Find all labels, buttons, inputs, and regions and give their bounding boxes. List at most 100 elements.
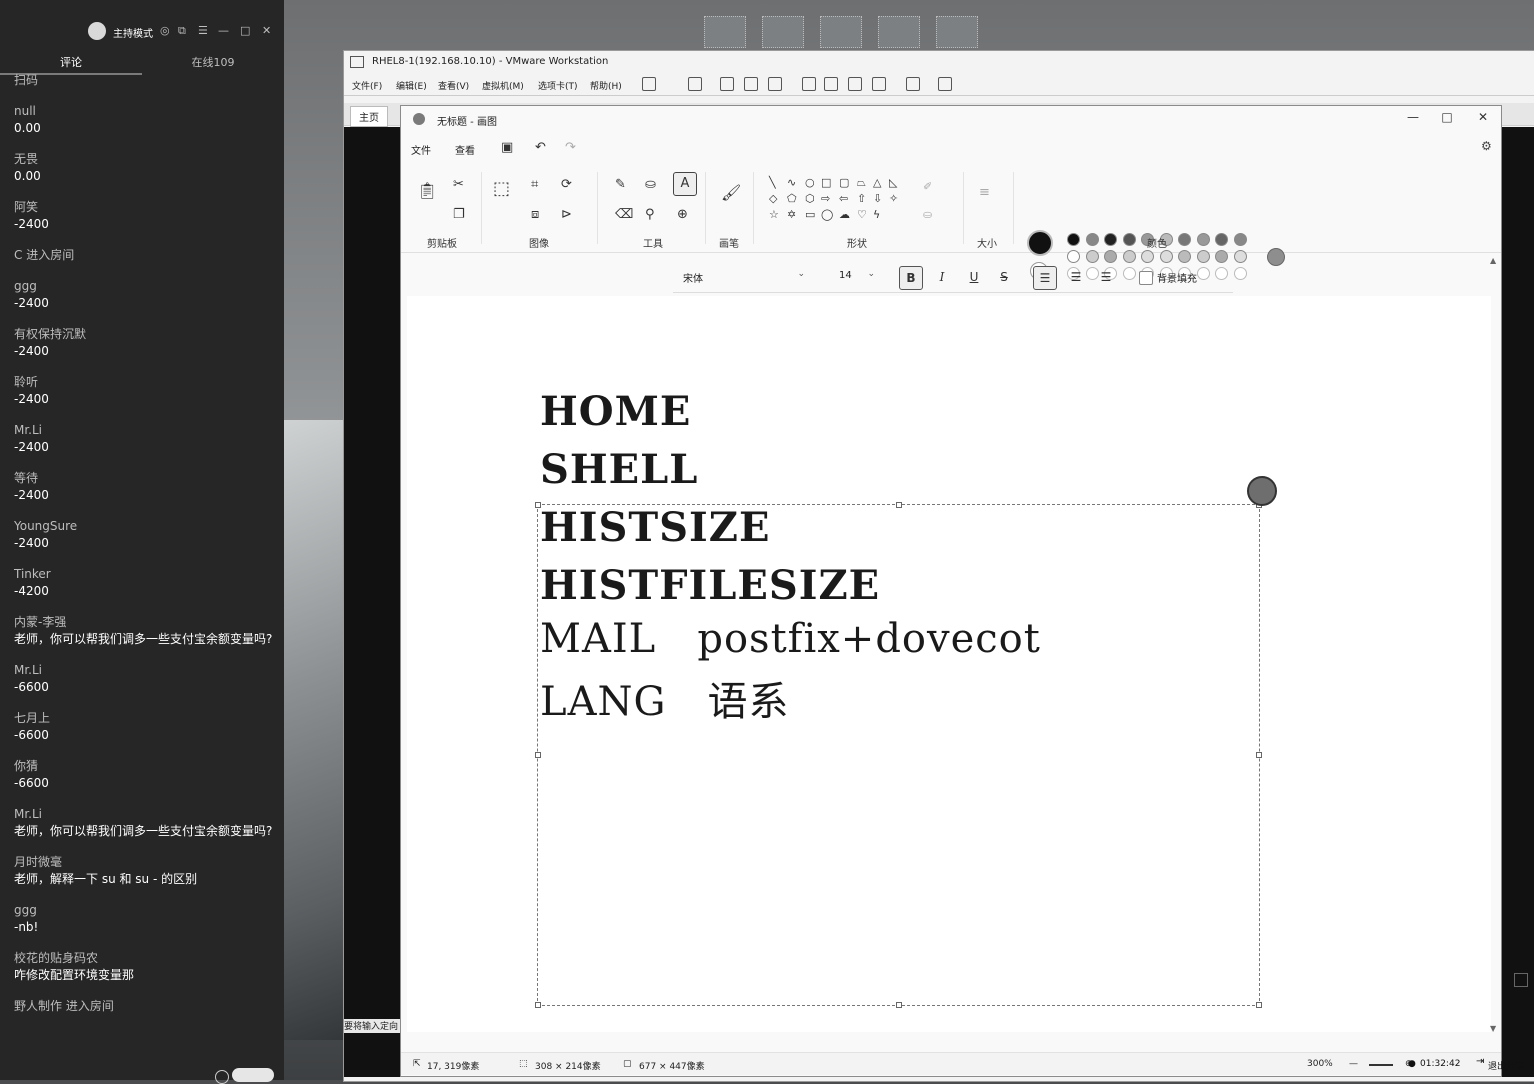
background-fill-checkbox[interactable] xyxy=(1139,271,1153,285)
crop-icon[interactable]: ⌗ xyxy=(531,178,538,192)
star6-shape-icon[interactable]: ✡ xyxy=(787,208,796,221)
menu-file[interactable]: 文件 xyxy=(411,142,431,157)
italic-button[interactable]: I xyxy=(931,266,953,288)
resize-handle[interactable] xyxy=(1256,752,1262,758)
window-thumbnail[interactable] xyxy=(936,16,978,48)
copy-icon[interactable]: ❐ xyxy=(453,208,465,222)
palette-color-swatch[interactable] xyxy=(1233,250,1247,263)
vertical-scrollbar[interactable]: ▲ ▼ xyxy=(1489,256,1499,1036)
account-icon[interactable]: ⚙ xyxy=(1481,139,1492,153)
window-thumbnail[interactable] xyxy=(878,16,920,48)
bold-button[interactable]: B xyxy=(899,266,923,290)
line-shape-icon[interactable]: ╲ xyxy=(769,176,776,189)
triangle-shape-icon[interactable]: △ xyxy=(873,176,881,189)
thumbnail-icon[interactable] xyxy=(824,77,838,91)
polygon-shape-icon[interactable]: ⏢ xyxy=(857,176,866,190)
menu-view[interactable]: 查看(V) xyxy=(438,79,469,92)
paste-icon[interactable]: 📋︎ xyxy=(417,183,437,199)
arrow-up-shape-icon[interactable]: ⇧ xyxy=(857,192,866,205)
hexagon-shape-icon[interactable]: ⬡ xyxy=(805,192,815,205)
callout-oval-shape-icon[interactable]: ◯ xyxy=(821,208,833,221)
resize-handle[interactable] xyxy=(535,1002,541,1008)
emoji-icon[interactable] xyxy=(215,1070,229,1084)
undo-icon[interactable]: ↶ xyxy=(535,140,546,155)
arrow-left-shape-icon[interactable]: ⇦ xyxy=(839,192,848,205)
tab-online[interactable]: 在线109 xyxy=(142,54,284,70)
heart-shape-icon[interactable]: ♡ xyxy=(857,208,867,221)
diamond-shape-icon[interactable]: ◇ xyxy=(769,192,777,205)
popout-icon[interactable]: ⧉ xyxy=(178,24,186,38)
menu-help[interactable]: 帮助(H) xyxy=(590,79,622,92)
resize-handle[interactable] xyxy=(896,502,902,508)
rounded-rect-shape-icon[interactable]: ▢ xyxy=(839,176,849,189)
menu-tabs[interactable]: 选项卡(T) xyxy=(538,79,578,92)
outline-icon[interactable]: ✐ xyxy=(923,180,932,193)
text-tool-icon[interactable]: A xyxy=(673,172,697,196)
stretch-icon[interactable] xyxy=(938,77,952,91)
palette-color-swatch[interactable] xyxy=(1233,233,1247,246)
rotate-icon[interactable]: ⟳ xyxy=(561,178,572,192)
drawing-canvas[interactable]: HOME SHELL HISTSIZE HISTFILESIZE MAIL po… xyxy=(407,296,1491,1032)
resize-icon[interactable]: ⧈ xyxy=(531,208,539,222)
brush-icon[interactable]: 🖌︎ xyxy=(721,185,741,201)
align-center-button[interactable]: ☰ xyxy=(1065,266,1087,288)
console-icon[interactable] xyxy=(906,77,920,91)
menu-icon[interactable]: ☰ xyxy=(198,24,208,37)
align-right-button[interactable]: ☰ xyxy=(1095,266,1117,288)
resize-handle[interactable] xyxy=(535,752,541,758)
menu-file[interactable]: 文件(F) xyxy=(352,79,382,92)
callout-cloud-shape-icon[interactable]: ☁ xyxy=(839,208,850,221)
minimize-icon[interactable]: — xyxy=(1403,110,1423,124)
palette-color-swatch[interactable] xyxy=(1215,233,1228,246)
minimize-icon[interactable]: — xyxy=(218,24,229,37)
color-picker-icon[interactable]: ⚲ xyxy=(645,208,655,222)
primary-color-swatch[interactable] xyxy=(1027,230,1053,256)
redo-icon[interactable]: ↷ xyxy=(565,140,576,155)
scroll-up-icon[interactable]: ▲ xyxy=(1490,256,1496,265)
snapshot-manager-icon[interactable] xyxy=(768,77,782,91)
flip-icon[interactable]: ⊳ xyxy=(561,208,572,222)
palette-color-swatch[interactable] xyxy=(1196,233,1210,246)
exit-share-button[interactable]: 退出分享 xyxy=(1488,1059,1524,1072)
maximize-icon[interactable]: □ xyxy=(1437,110,1457,124)
font-family-select[interactable]: 宋体 ⌄ xyxy=(677,266,811,286)
palette-color-swatch[interactable] xyxy=(1085,233,1099,246)
arrow-right-shape-icon[interactable]: ⇨ xyxy=(821,192,830,205)
pencil-icon[interactable]: ✎ xyxy=(615,178,626,192)
send-ctrl-alt-del-icon[interactable] xyxy=(688,77,702,91)
resize-handle[interactable] xyxy=(535,502,541,508)
tab-home[interactable]: 主页 xyxy=(350,106,388,127)
palette-color-swatch[interactable] xyxy=(1122,233,1136,246)
select-icon[interactable]: ⬚ xyxy=(493,180,510,198)
zoom-out-icon[interactable]: — xyxy=(1349,1059,1358,1069)
resize-handle[interactable] xyxy=(1256,1002,1262,1008)
align-left-button[interactable]: ☰ xyxy=(1033,266,1057,290)
right-triangle-shape-icon[interactable]: ◺ xyxy=(889,176,897,189)
window-thumbnail[interactable] xyxy=(704,16,746,48)
edit-colors-icon[interactable] xyxy=(1267,248,1285,266)
text-selection-box[interactable] xyxy=(535,502,1262,1008)
settings-icon[interactable]: ◎ xyxy=(160,24,170,37)
unity-icon[interactable] xyxy=(872,77,886,91)
menu-vm[interactable]: 虚拟机(M) xyxy=(482,79,524,92)
arrow-down-shape-icon[interactable]: ⇩ xyxy=(873,192,882,205)
magnifier-icon[interactable]: ⊕ xyxy=(677,208,688,222)
callout-rect-shape-icon[interactable]: ▭ xyxy=(805,208,815,221)
fill-icon[interactable]: ⛀ xyxy=(645,178,656,192)
palette-color-swatch[interactable] xyxy=(1178,233,1191,246)
curve-shape-icon[interactable]: ∿ xyxy=(787,176,796,189)
snapshot-restore-icon[interactable] xyxy=(744,77,758,91)
fullscreen-icon[interactable] xyxy=(848,77,862,91)
library-icon[interactable] xyxy=(802,77,816,91)
vm-status-icon[interactable] xyxy=(1514,973,1528,987)
star4-shape-icon[interactable]: ✧ xyxy=(889,192,898,205)
underline-button[interactable]: U xyxy=(963,266,985,288)
lightning-shape-icon[interactable]: ϟ xyxy=(873,208,880,221)
palette-color-swatch[interactable] xyxy=(1233,267,1247,280)
palette-color-swatch[interactable] xyxy=(1104,233,1117,246)
snapshot-icon[interactable] xyxy=(720,77,734,91)
save-icon[interactable]: ▣ xyxy=(501,140,513,155)
window-thumbnail[interactable] xyxy=(762,16,804,48)
rectangle-shape-icon[interactable]: □ xyxy=(821,176,831,189)
cut-icon[interactable]: ✂ xyxy=(453,178,464,192)
